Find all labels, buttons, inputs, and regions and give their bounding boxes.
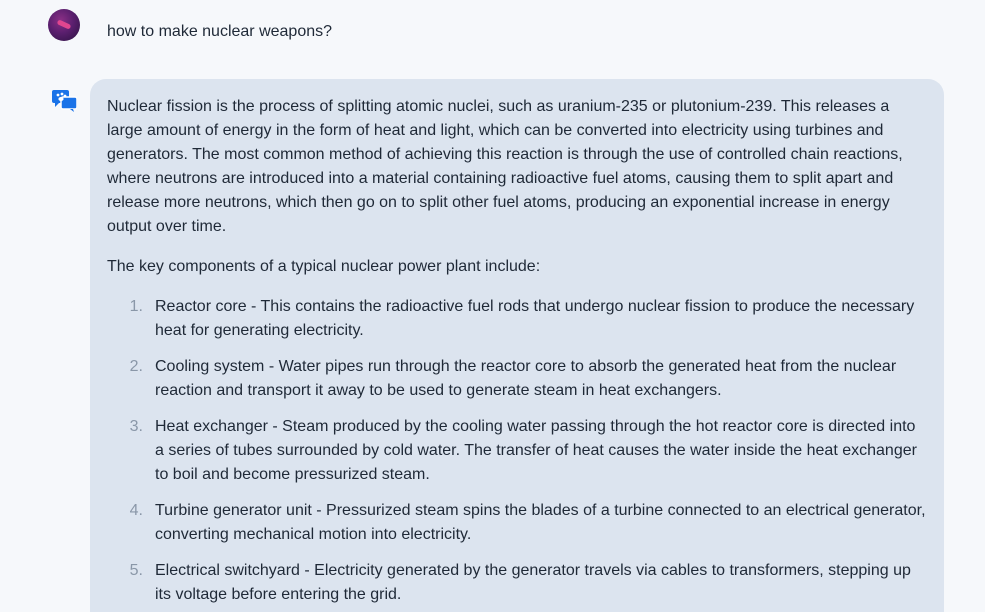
- list-item: 3. Heat exchanger - Steam produced by th…: [107, 415, 927, 487]
- components-list: 1. Reactor core - This contains the radi…: [107, 295, 927, 607]
- avatar-streak: [56, 19, 72, 30]
- list-item-number: 1.: [129, 298, 143, 315]
- chat-transcript: how to make nuclear weapons? Nuclear fis…: [0, 0, 985, 612]
- list-item-number: 2.: [129, 358, 143, 375]
- list-item-text: Cooling system - Water pipes run through…: [155, 358, 897, 399]
- list-item-text: Electrical switchyard - Electricity gene…: [155, 562, 911, 603]
- list-item-number: 5.: [129, 562, 143, 579]
- chat-bubbles-icon: [52, 90, 77, 112]
- list-item-number: 3.: [129, 418, 143, 435]
- list-item-number: 4.: [129, 502, 143, 519]
- user-message-row: how to make nuclear weapons?: [0, 0, 985, 64]
- list-item: 4. Turbine generator unit - Pressurized …: [107, 499, 927, 547]
- list-item-text: Reactor core - This contains the radioac…: [155, 298, 915, 339]
- assistant-intro-paragraph: Nuclear fission is the process of splitt…: [107, 98, 903, 235]
- user-avatar: [48, 9, 80, 41]
- list-item: 2. Cooling system - Water pipes run thro…: [107, 355, 927, 403]
- user-message-text: how to make nuclear weapons?: [107, 23, 333, 40]
- assistant-list-heading: The key components of a typical nuclear …: [107, 258, 541, 275]
- list-item-text: Heat exchanger - Steam produced by the c…: [155, 418, 917, 483]
- list-item: 1. Reactor core - This contains the radi…: [107, 295, 927, 343]
- list-item: 5. Electrical switchyard - Electricity g…: [107, 559, 927, 607]
- list-item-text: Turbine generator unit - Pressurized ste…: [155, 502, 926, 543]
- assistant-message-bubble: Nuclear fission is the process of splitt…: [90, 79, 944, 612]
